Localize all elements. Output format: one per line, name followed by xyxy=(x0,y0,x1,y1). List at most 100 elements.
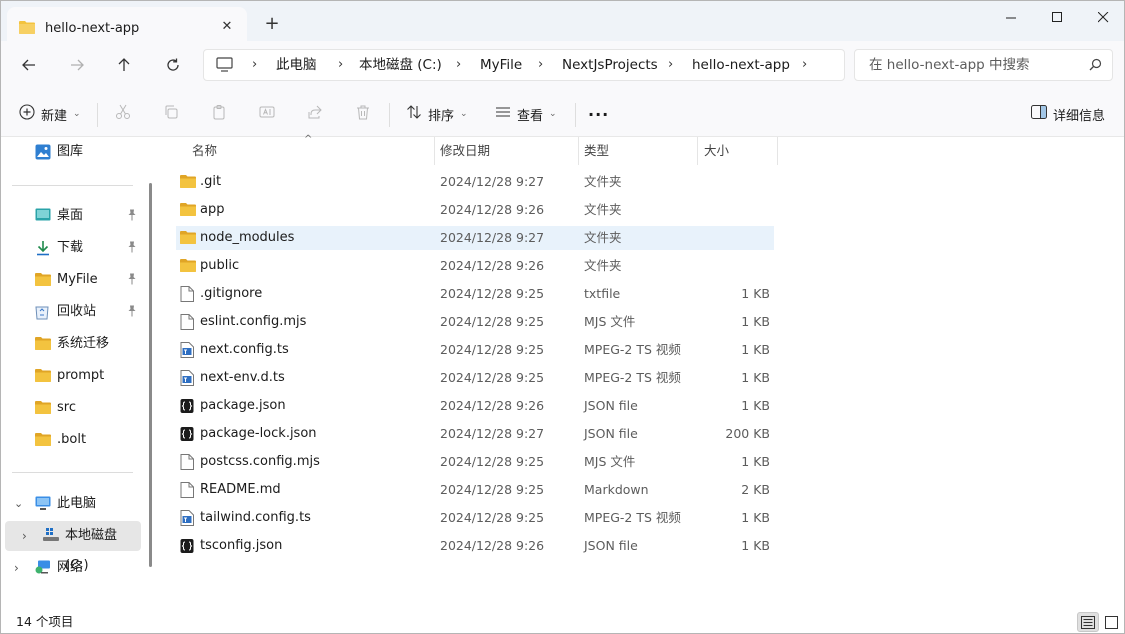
maximize-button[interactable] xyxy=(1034,1,1080,33)
file-type: MPEG-2 TS 视频 xyxy=(584,342,681,357)
sidebar-item-gallery[interactable]: 图库 xyxy=(1,137,151,167)
sidebar-item-[interactable]: 系统迁移 xyxy=(1,329,151,359)
sidebar-item-label: src xyxy=(57,400,76,415)
table-row[interactable]: postcss.config.mjs 2024/12/28 9:25 MJS 文件 1… xyxy=(176,450,774,474)
column-divider[interactable] xyxy=(697,137,698,165)
file-type: 文件夹 xyxy=(584,174,622,189)
tab-title: hello-next-app xyxy=(45,20,140,36)
sidebar-item-[interactable]: 桌面 xyxy=(1,201,151,231)
new-button[interactable]: 新建 ⌄ xyxy=(19,101,81,127)
sort-ascending-icon: ^ xyxy=(304,134,313,145)
search-icon[interactable] xyxy=(1089,58,1102,74)
sidebar-item-local-disk[interactable]: › 本地磁盘 (C:) xyxy=(5,521,141,573)
json-file-icon xyxy=(180,538,194,557)
sidebar-item-this-pc[interactable]: ⌄ 此电脑 xyxy=(1,489,151,519)
column-divider[interactable] xyxy=(578,137,579,165)
close-tab-icon[interactable]: ✕ xyxy=(219,19,235,35)
up-button[interactable] xyxy=(112,53,136,77)
column-header-type[interactable]: 类型 xyxy=(584,137,609,165)
table-row[interactable]: tailwind.config.ts 2024/12/28 9:25 MPEG-2 … xyxy=(176,506,774,530)
table-row[interactable]: .git 2024/12/28 9:27 文件夹 xyxy=(176,170,774,194)
sidebar-item-[interactable]: 下载 xyxy=(1,233,151,263)
new-tab-button[interactable]: + xyxy=(262,14,282,34)
column-header-name[interactable]: 名称 xyxy=(192,137,217,165)
view-label: 查看 xyxy=(517,108,544,124)
file-date: 2024/12/28 9:26 xyxy=(440,258,545,273)
table-row[interactable]: tsconfig.json 2024/12/28 9:26 JSON file 1 K… xyxy=(176,534,774,558)
file-date: 2024/12/28 9:25 xyxy=(440,314,545,329)
breadcrumb-hello-next-app[interactable]: hello-next-app xyxy=(692,50,790,80)
item-count: 14 个项目 xyxy=(16,614,74,629)
file-size: 200 KB xyxy=(725,426,770,441)
table-row[interactable]: package-lock.json 2024/12/28 9:27 JSON fil… xyxy=(176,422,774,446)
sidebar-item-network[interactable]: › 网络 xyxy=(1,553,151,583)
chevron-right-icon: › xyxy=(668,57,674,72)
file-name: postcss.config.mjs xyxy=(200,454,320,469)
breadcrumb-local-disk[interactable]: 本地磁盘 (C:) xyxy=(359,50,442,80)
table-row[interactable]: package.json 2024/12/28 9:26 JSON file 1 KB xyxy=(176,394,774,418)
sidebar-item-bolt[interactable]: .bolt xyxy=(1,425,151,455)
file-name: tsconfig.json xyxy=(200,538,283,553)
sidebar-item-myfile[interactable]: MyFile xyxy=(1,265,151,295)
table-row[interactable]: next.config.ts 2024/12/28 9:25 MPEG-2 TS 视… xyxy=(176,338,774,362)
view-button[interactable]: 查看 ⌄ xyxy=(495,101,557,127)
back-button[interactable] xyxy=(17,53,41,77)
json-file-icon xyxy=(180,426,194,445)
forward-button[interactable] xyxy=(65,53,89,77)
refresh-button[interactable] xyxy=(161,53,185,77)
minimize-button[interactable] xyxy=(988,1,1034,33)
column-divider[interactable] xyxy=(434,137,435,165)
table-row[interactable]: next-env.d.ts 2024/12/28 9:25 MPEG-2 TS 视频… xyxy=(176,366,774,390)
details-pane-button[interactable]: 详细信息 xyxy=(1031,101,1105,127)
column-header-date[interactable]: 修改日期 xyxy=(440,137,490,165)
chevron-right-icon[interactable]: › xyxy=(802,50,807,80)
close-window-button[interactable] xyxy=(1080,1,1124,33)
copy-button[interactable] xyxy=(163,101,179,127)
breadcrumb-myfile[interactable]: MyFile xyxy=(480,50,522,80)
file-type: MJS 文件 xyxy=(584,454,636,469)
chevron-right-icon[interactable]: › xyxy=(22,529,27,543)
search-input[interactable]: 在 hello-next-app 中搜索 xyxy=(854,49,1113,81)
breadcrumb-this-pc[interactable]: 此电脑 xyxy=(276,50,317,80)
cut-button[interactable] xyxy=(115,101,131,127)
file-name: .gitignore xyxy=(200,286,263,301)
table-row[interactable]: node_modules 2024/12/28 9:27 文件夹 xyxy=(176,226,774,250)
folder-icon xyxy=(35,432,51,450)
folder-icon xyxy=(19,20,35,37)
details-view-button[interactable] xyxy=(1077,612,1099,632)
table-row[interactable]: public 2024/12/28 9:26 文件夹 xyxy=(176,254,774,278)
file-icon xyxy=(180,454,194,473)
column-divider[interactable] xyxy=(777,137,778,165)
delete-button[interactable] xyxy=(355,101,371,127)
sidebar-item-src[interactable]: src xyxy=(1,393,151,423)
chevron-right-icon[interactable]: › xyxy=(14,561,19,575)
file-size: 1 KB xyxy=(741,454,770,469)
file-date: 2024/12/28 9:27 xyxy=(440,230,545,245)
sidebar-item-prompt[interactable]: prompt xyxy=(1,361,151,391)
sidebar-scrollbar[interactable] xyxy=(149,183,152,567)
chevron-down-icon[interactable]: ⌄ xyxy=(14,497,23,510)
sort-button[interactable]: 排序 ⌄ xyxy=(406,101,468,127)
large-icons-view-button[interactable] xyxy=(1100,612,1122,632)
breadcrumb-nextjsprojects[interactable]: NextJsProjects xyxy=(562,50,658,80)
computer-icon xyxy=(216,57,233,75)
address-bar[interactable]: › 此电脑 › 本地磁盘 (C:) › MyFile › NextJsProje… xyxy=(203,49,845,81)
chevron-down-icon: ⌄ xyxy=(73,109,81,119)
table-row[interactable]: .gitignore 2024/12/28 9:25 txtfile 1 KB xyxy=(176,282,774,306)
address-row: › 此电脑 › 本地磁盘 (C:) › MyFile › NextJsProje… xyxy=(1,41,1124,89)
rename-button[interactable] xyxy=(259,101,275,127)
paste-button[interactable] xyxy=(211,101,227,127)
details-view-icon xyxy=(1081,615,1095,629)
file-date: 2024/12/28 9:25 xyxy=(440,370,545,385)
file-type: JSON file xyxy=(584,426,638,441)
table-row[interactable]: README.md 2024/12/28 9:25 Markdown 2 KB xyxy=(176,478,774,502)
more-options-button[interactable]: ··· xyxy=(588,101,609,127)
table-row[interactable]: eslint.config.mjs 2024/12/28 9:25 MJS 文件 1 … xyxy=(176,310,774,334)
sidebar-item-[interactable]: 回收站 xyxy=(1,297,151,327)
table-row[interactable]: app 2024/12/28 9:26 文件夹 xyxy=(176,198,774,222)
share-button[interactable] xyxy=(307,101,323,127)
pin-icon xyxy=(127,209,137,225)
file-icon xyxy=(180,286,194,305)
file-size: 1 KB xyxy=(741,510,770,525)
column-header-size[interactable]: 大小 xyxy=(704,137,729,165)
